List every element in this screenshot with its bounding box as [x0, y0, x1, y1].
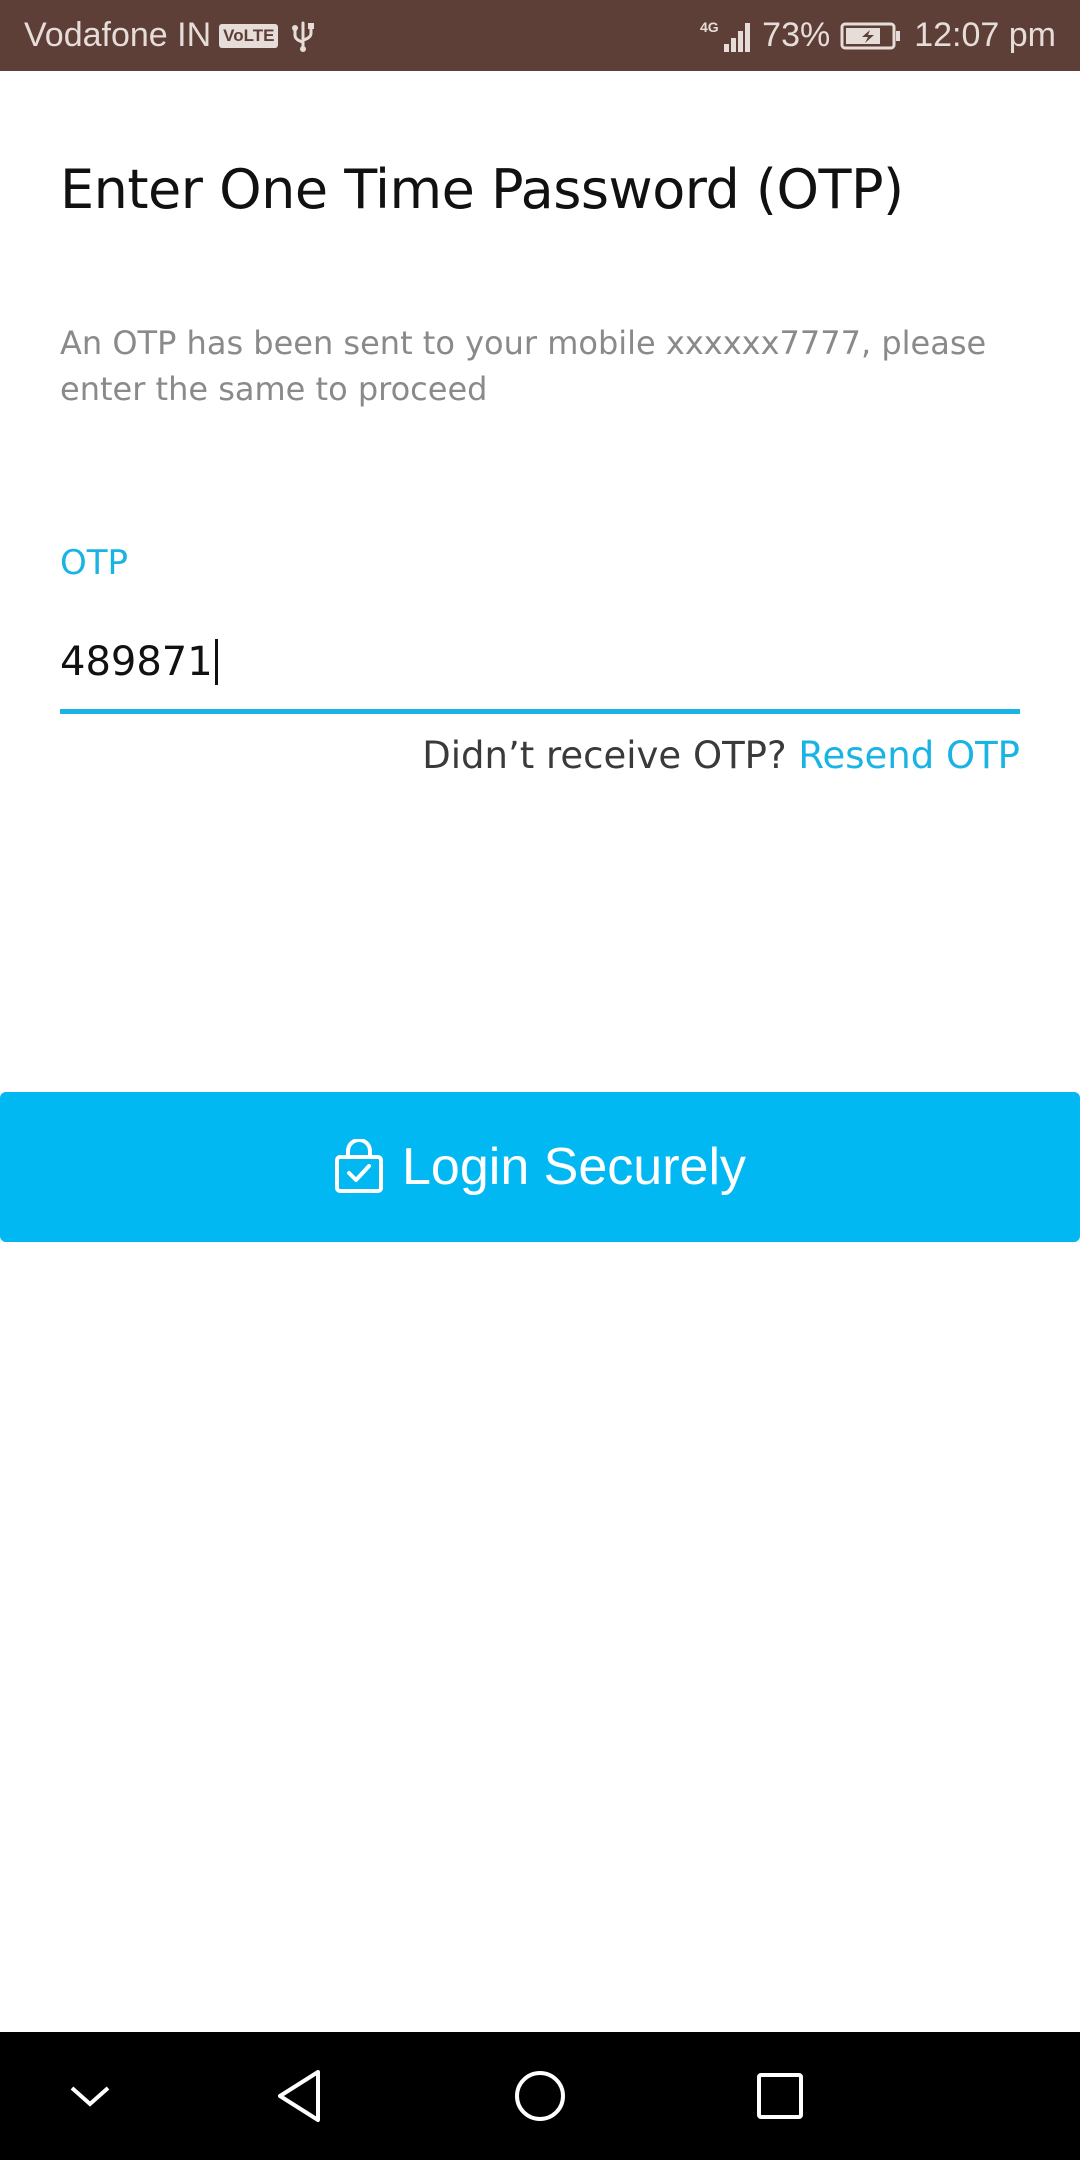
resend-row: Didn’t receive OTP? Resend OTP: [422, 734, 1020, 777]
battery-percent: 73%: [762, 16, 831, 54]
back-icon[interactable]: [240, 2032, 360, 2160]
clock: 12:07 pm: [914, 16, 1056, 54]
svg-text:4G: 4G: [700, 19, 719, 35]
navigation-bar: [0, 2032, 1080, 2160]
status-bar-right: 4G 73% 12:07 pm: [700, 0, 1056, 71]
otp-input-value[interactable]: 489871: [60, 639, 218, 685]
signal-4g-icon: 4G: [700, 18, 756, 54]
otp-field-label: OTP: [60, 543, 129, 583]
battery-charging-icon: [840, 21, 902, 51]
chevron-down-icon[interactable]: [30, 2032, 150, 2160]
otp-input[interactable]: 489871: [60, 630, 1020, 714]
home-icon[interactable]: [480, 2032, 600, 2160]
login-securely-button[interactable]: Login Securely: [0, 1092, 1080, 1242]
page-title: Enter One Time Password (OTP): [60, 158, 904, 221]
resend-otp-link[interactable]: Resend OTP: [798, 734, 1020, 777]
status-bar: Vodafone IN VoLTE 4G 73% 12:07 pm: [0, 0, 1080, 71]
status-bar-left: Vodafone IN VoLTE: [24, 0, 316, 71]
volte-badge: VoLTE: [219, 23, 279, 48]
lock-check-icon: [334, 1139, 384, 1195]
otp-description: An OTP has been sent to your mobile xxxx…: [60, 324, 987, 408]
login-button-label[interactable]: Login Securely: [402, 1137, 746, 1197]
resend-prompt: Didn’t receive OTP?: [422, 734, 787, 777]
recents-icon[interactable]: [720, 2032, 840, 2160]
usb-icon: [290, 19, 316, 53]
carrier-name: Vodafone IN: [24, 16, 212, 54]
